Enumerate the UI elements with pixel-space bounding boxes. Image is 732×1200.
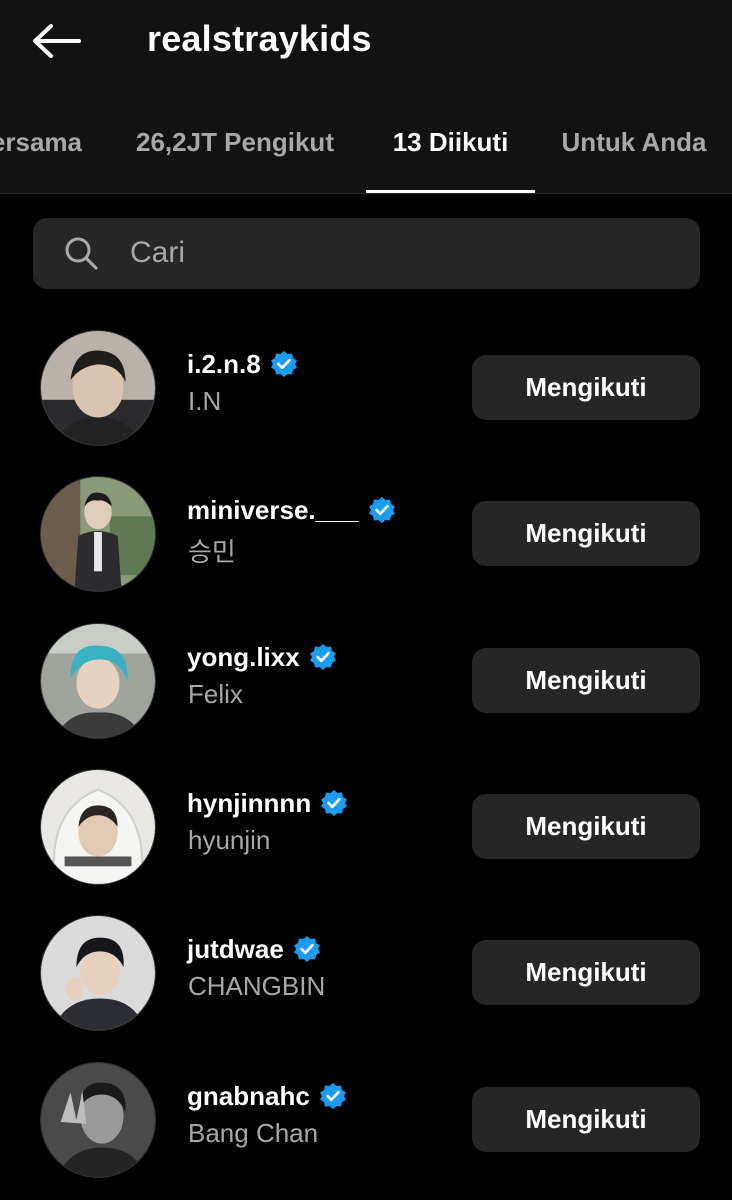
avatar[interactable]	[40, 476, 156, 592]
tab-bar: ersama 26,2JT Pengikut 13 Diikuti Untuk …	[0, 90, 732, 194]
following-button[interactable]: Mengikuti	[472, 355, 700, 420]
full-name: I.N	[188, 386, 222, 416]
verified-badge-icon	[309, 644, 336, 670]
full-name: CHANGBIN	[188, 971, 326, 1001]
username[interactable]: miniverse.___	[187, 495, 359, 526]
username[interactable]: hynjinnnn	[187, 788, 311, 819]
full-name: Felix	[188, 679, 243, 709]
tab-following[interactable]: 13 Diikuti	[366, 90, 535, 193]
verified-badge-icon	[270, 351, 297, 377]
username[interactable]: gnabnahc	[187, 1081, 310, 1112]
avatar[interactable]	[40, 915, 156, 1031]
avatar[interactable]	[40, 623, 156, 739]
tab-for-you[interactable]: Untuk Anda	[548, 90, 720, 193]
list-item[interactable]: jutdwae CHANGBIN Mengikuti	[0, 915, 732, 1061]
search-icon	[65, 237, 98, 270]
verified-badge-icon	[319, 1083, 346, 1109]
following-button[interactable]: Mengikuti	[472, 501, 700, 566]
list-item[interactable]: yong.lixx Felix Mengikuti	[0, 623, 732, 769]
full-name: hyunjin	[188, 825, 271, 855]
following-button[interactable]: Mengikuti	[472, 940, 700, 1005]
verified-badge-icon	[321, 790, 348, 816]
tab-followers[interactable]: 26,2JT Pengikut	[115, 90, 355, 193]
username[interactable]: jutdwae	[187, 934, 284, 965]
full-name: 승민	[188, 537, 236, 567]
verified-badge-icon	[293, 936, 320, 962]
following-button[interactable]: Mengikuti	[472, 794, 700, 859]
page-title: realstraykids	[147, 18, 372, 59]
list-item[interactable]: i.2.n.8 I.N Mengikuti	[0, 330, 732, 476]
full-name: Bang Chan	[188, 1118, 319, 1148]
arrow-left-icon	[33, 24, 81, 58]
list-item[interactable]: hynjinnnn hyunjin Mengikuti	[0, 769, 732, 915]
verified-badge-icon	[369, 497, 396, 523]
back-button[interactable]	[26, 18, 86, 64]
top-bar: realstraykids	[0, 0, 732, 90]
avatar[interactable]	[40, 1062, 156, 1178]
avatar[interactable]	[40, 330, 156, 446]
username[interactable]: i.2.n.8	[187, 349, 261, 380]
list-item[interactable]: gnabnahc Bang Chan Mengikuti	[0, 1062, 732, 1200]
active-tab-indicator	[366, 190, 535, 193]
list-item[interactable]: miniverse.___ 승민 Mengikuti	[0, 476, 732, 622]
following-button[interactable]: Mengikuti	[472, 1087, 700, 1152]
tab-mutual[interactable]: ersama	[0, 90, 120, 193]
search-input[interactable]	[130, 222, 670, 284]
username[interactable]: yong.lixx	[187, 642, 300, 673]
avatar[interactable]	[40, 769, 156, 885]
following-button[interactable]: Mengikuti	[472, 648, 700, 713]
